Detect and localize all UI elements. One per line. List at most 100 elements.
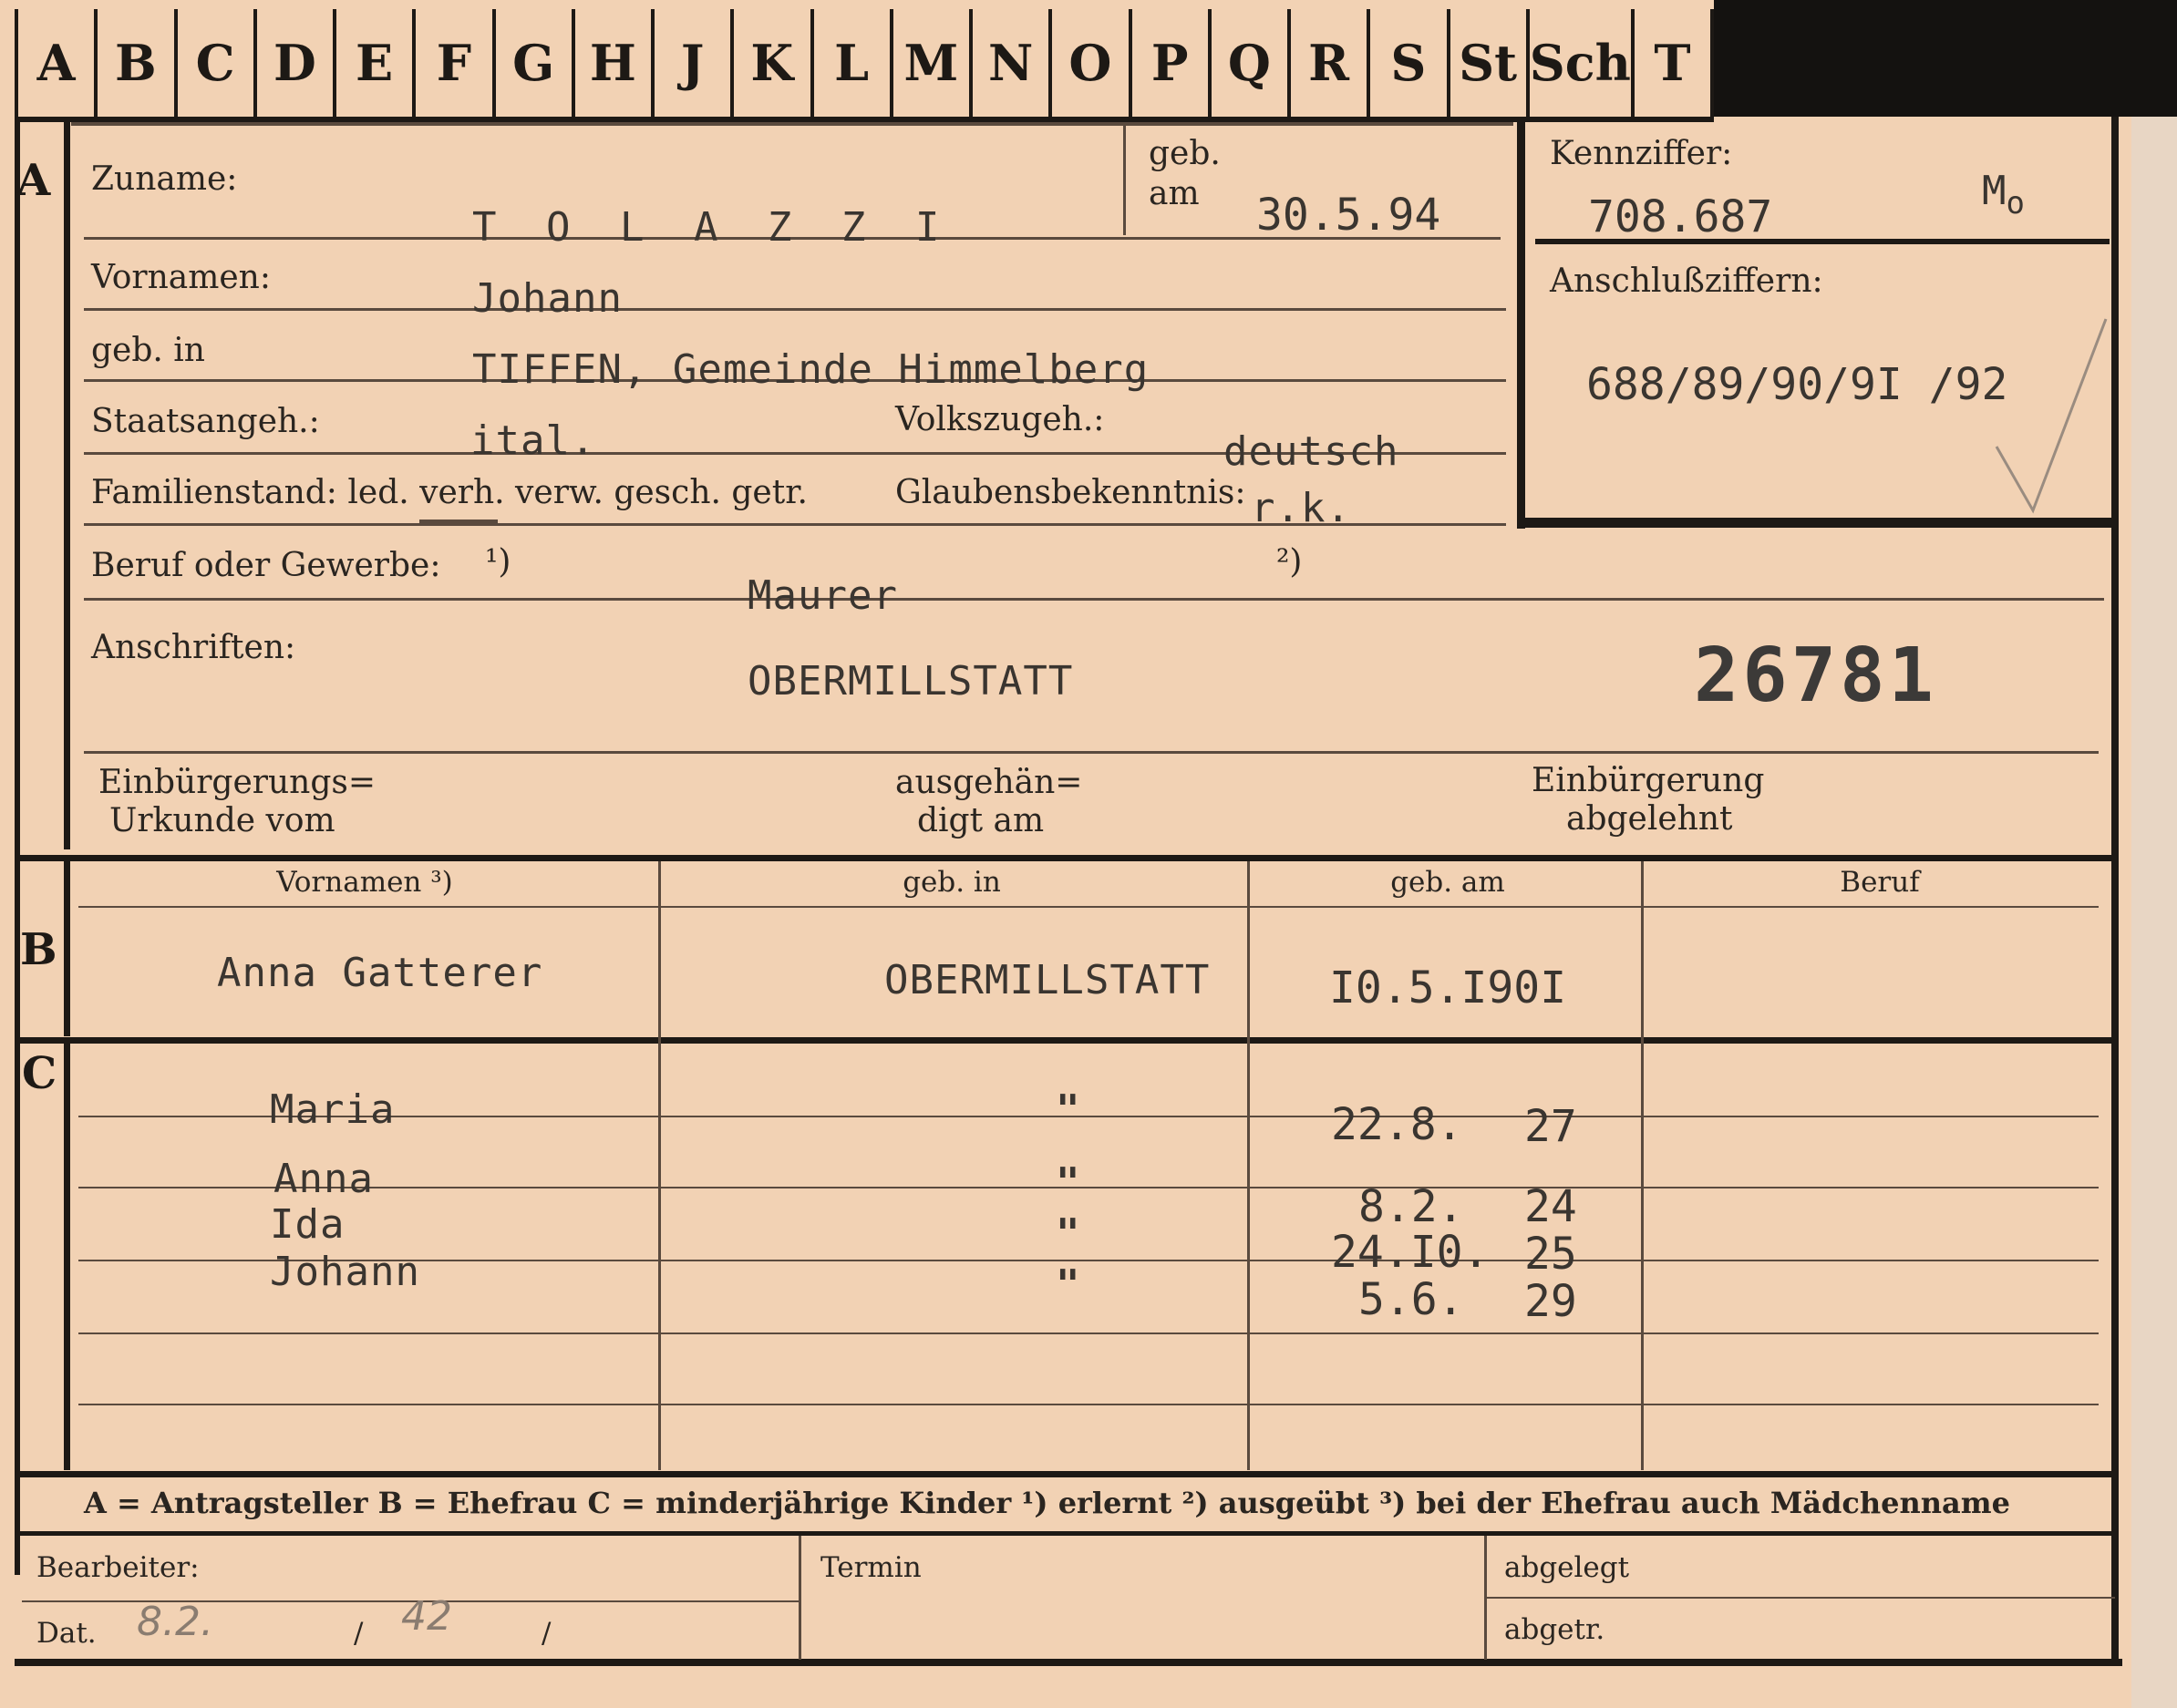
- handwritten-date-day: 8.2.: [137, 1599, 213, 1645]
- child-birth-year: 25: [1524, 1229, 1577, 1280]
- label-einbuergerungs-1: Einbürgerungs=: [98, 764, 377, 801]
- footer-rule-right: [1486, 1597, 2115, 1599]
- label-geb-in: geb. in: [91, 332, 205, 369]
- label-geb: geb.: [1149, 135, 1221, 172]
- check-mark-icon: [1995, 318, 2108, 514]
- label-anschriften: Anschriften:: [91, 629, 296, 666]
- value-anschlussziffern: 688/89/90/9I /92: [1586, 359, 2008, 410]
- label-abgetr: abgetr.: [1504, 1613, 1605, 1646]
- index-tab: O: [1048, 9, 1128, 117]
- value-kennziffer: 708.687: [1588, 191, 1773, 242]
- label-termin: Termin: [820, 1551, 922, 1584]
- legend-top: [15, 1471, 2117, 1477]
- label-bearbeiter: Bearbeiter:: [36, 1551, 200, 1584]
- index-tab: D: [253, 9, 333, 117]
- label-dat: Dat.: [36, 1617, 97, 1650]
- label-abgelegt: abgelegt: [1504, 1551, 1630, 1584]
- label-zuname: Zuname:: [91, 160, 238, 198]
- label-am: am: [1149, 175, 1200, 212]
- date-slash: /: [354, 1617, 364, 1650]
- left-frame: [15, 117, 20, 1575]
- label-volkszugeh: Volkszugeh.:: [895, 401, 1105, 438]
- index-tab: E: [333, 9, 412, 117]
- kennziffer-box-left: [1517, 120, 1525, 529]
- alphabet-index-tabs: A B C D E F G H J K L M N O P Q R S St S…: [15, 9, 1715, 122]
- index-tab: L: [810, 9, 890, 117]
- child-birthplace-ditto: ": [1056, 1261, 1081, 1308]
- index-tab: S: [1367, 9, 1446, 117]
- familienstand-underline: [419, 520, 498, 523]
- child-name: Ida: [270, 1201, 346, 1248]
- value-address: OBERMILLSTATT: [748, 658, 1074, 705]
- label-einbuergerung-1: Einbürgerung: [1532, 762, 1765, 799]
- col-header-geb-in: geb. in: [903, 866, 1001, 899]
- index-tab: H: [571, 9, 651, 117]
- label-einbuergerungs-2: Urkunde vom: [109, 802, 335, 839]
- col-header-beruf: Beruf: [1840, 866, 1920, 899]
- section-letter-a: A: [16, 155, 51, 206]
- index-tab: T: [1630, 9, 1715, 117]
- value-first-name: Johann: [472, 275, 623, 322]
- wife-birth-date: I0.5.I90I: [1329, 962, 1567, 1013]
- rule-c-4: [78, 1332, 2099, 1334]
- col-header-geb-am: geb. am: [1390, 866, 1505, 899]
- child-birth-day-month: 22.8.: [1331, 1099, 1463, 1150]
- card-edge: [2131, 117, 2177, 1708]
- index-tab: B: [94, 9, 173, 117]
- label-einbuergerung-2: abgelehnt: [1566, 800, 1733, 838]
- label-ausgehaen-2: digt am: [917, 802, 1045, 839]
- child-birth-year: 29: [1524, 1276, 1577, 1327]
- child-birth-day-month: 5.6.: [1358, 1274, 1464, 1325]
- rule-vornamen: [84, 308, 1506, 311]
- index-tab: M: [889, 9, 969, 117]
- section-c-bar: [64, 1044, 70, 1470]
- index-tab: Q: [1207, 9, 1287, 117]
- top-rule: [71, 122, 1513, 126]
- label-beruf: Beruf oder Gewerbe:: [91, 547, 441, 584]
- index-tab: F: [412, 9, 491, 117]
- section-b-bar: [64, 861, 70, 1036]
- rule-beruf: [84, 598, 2104, 601]
- col-divider-1: [658, 861, 661, 1470]
- index-tab: K: [730, 9, 810, 117]
- label-staatsangeh: Staatsangeh.:: [91, 403, 320, 440]
- index-tab: P: [1128, 9, 1208, 117]
- index-tab: A: [15, 9, 94, 117]
- card-holder-shadow: [1714, 0, 2177, 117]
- value-birth-date: 30.5.94: [1256, 190, 1441, 241]
- child-birthplace-ditto: ": [1056, 1210, 1081, 1257]
- label-ausgehaen-1: ausgehän=: [895, 764, 1083, 801]
- index-tab: Sch: [1525, 9, 1631, 117]
- value-birthplace: TIFFEN, Gemeinde Himmelberg: [472, 346, 1150, 393]
- legend-bottom: [15, 1531, 2117, 1536]
- child-name: Anna: [273, 1156, 374, 1202]
- value-religion: r.k.: [1251, 485, 1351, 531]
- card-bottom: [15, 1659, 2122, 1666]
- value-kennziffer-mark: Mo: [1982, 168, 2025, 221]
- col-header-vornamen: Vornamen ³): [276, 866, 453, 899]
- index-tab: R: [1287, 9, 1367, 117]
- index-tab: N: [969, 9, 1048, 117]
- legend: A = Antragsteller B = Ehefrau C = minder…: [84, 1486, 2010, 1520]
- child-birthplace-ditto: ": [1056, 1159, 1081, 1206]
- label-glaubensbekenntnis: Glaubensbekenntnis:: [895, 474, 1246, 511]
- section-b-top: [15, 855, 2117, 861]
- index-tab: C: [173, 9, 253, 117]
- col-divider-2: [1247, 861, 1250, 1470]
- geb-am-divider: [1123, 126, 1126, 235]
- child-name: Johann: [270, 1249, 420, 1295]
- section-c-top: [15, 1037, 2117, 1044]
- footnote-marker-1: ¹): [485, 543, 511, 581]
- child-birthplace-ditto: ": [1056, 1086, 1081, 1133]
- wife-name: Anna Gatterer: [217, 950, 543, 996]
- label-familienstand: Familienstand: led. verh. verw. gesch. g…: [91, 474, 808, 511]
- footer-divider-1: [799, 1536, 801, 1660]
- value-surname: T O L A Z Z I: [472, 204, 953, 251]
- child-birth-day-month: 8.2.: [1358, 1181, 1464, 1232]
- stamp-number: 26781: [1694, 633, 1937, 719]
- child-birth-year: 24: [1524, 1181, 1577, 1232]
- rule-anschriften: [84, 751, 2099, 754]
- index-card: A B C D E F G H J K L M N O P Q R S St S…: [0, 0, 2177, 1708]
- child-birth-day-month: 24.I0.: [1331, 1227, 1490, 1278]
- wife-birthplace: OBERMILLSTATT: [884, 957, 1211, 1003]
